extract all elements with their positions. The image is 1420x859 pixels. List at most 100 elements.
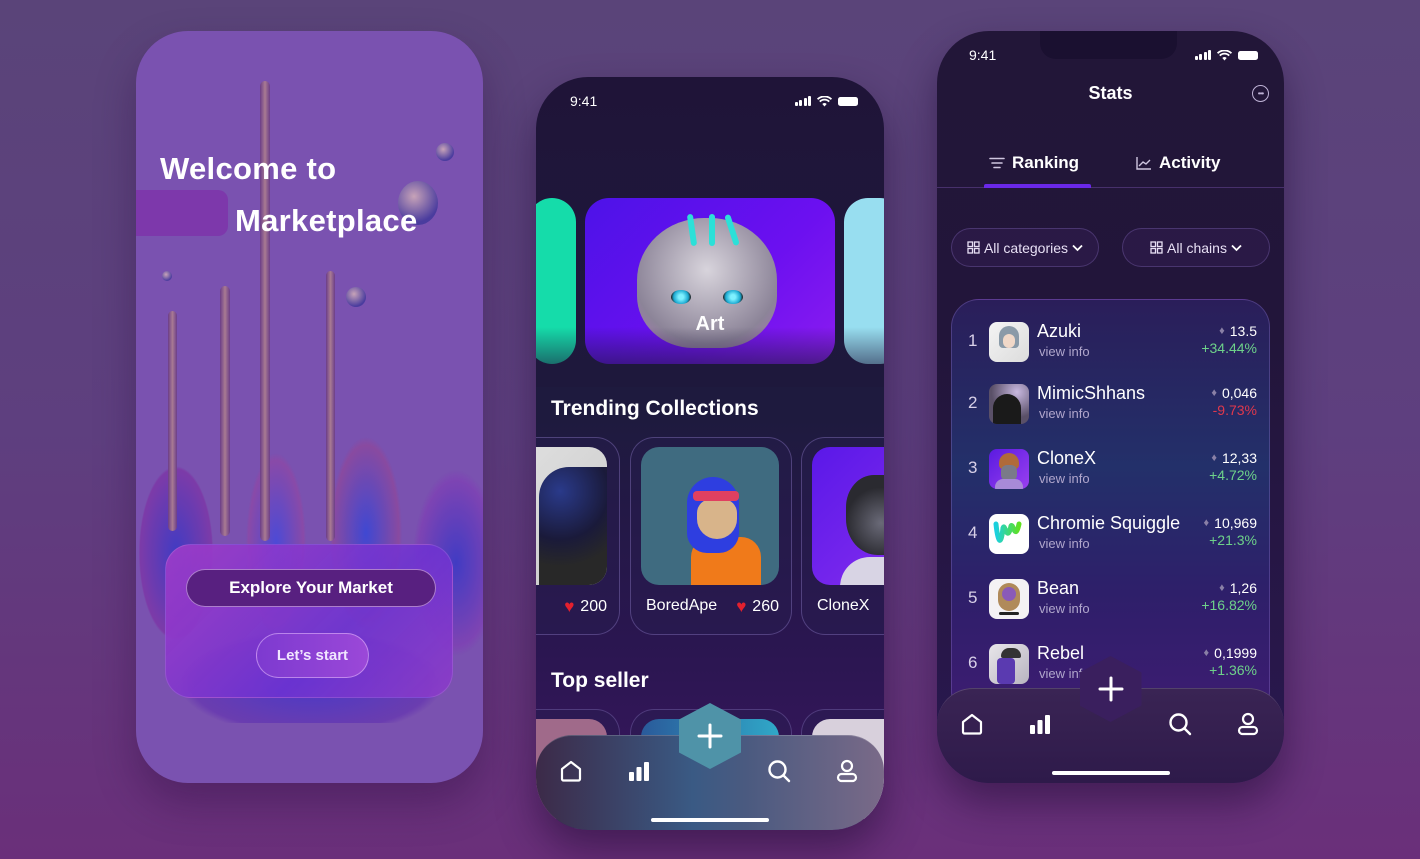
search-icon	[1169, 713, 1192, 736]
tab-activity[interactable]: Activity	[1136, 153, 1220, 173]
liquid-droplet	[346, 287, 366, 307]
collection-avatar	[989, 514, 1029, 554]
floor-price: ♦ 1,26	[1219, 580, 1257, 596]
likes-count: 260	[752, 598, 779, 615]
price-value: 12,33	[1221, 450, 1257, 466]
collection-image	[641, 447, 779, 585]
home-tab[interactable]	[959, 711, 985, 737]
tab-ranking-label: Ranking	[1012, 153, 1080, 172]
collection-name: CloneX	[817, 597, 870, 614]
rank-number: 4	[968, 523, 978, 542]
collection-avatar	[989, 579, 1029, 619]
home-tab[interactable]	[558, 758, 584, 784]
view-info-link[interactable]: view info	[1039, 536, 1090, 551]
view-info-link[interactable]: view info	[1039, 406, 1090, 421]
price-change: +21.3%	[1209, 532, 1257, 548]
liquid-drip	[168, 311, 177, 531]
grid-icon	[1150, 241, 1163, 254]
bottom-tab-bar	[937, 656, 1284, 783]
collection-card[interactable]: BoredApe ♥ 260	[630, 437, 792, 635]
tab-ranking[interactable]: Ranking	[989, 153, 1079, 173]
battery-icon	[838, 96, 858, 106]
welcome-heading: Welcome to Marketplace	[160, 143, 418, 247]
profile-icon	[836, 759, 858, 783]
liquid-drip	[220, 286, 230, 536]
floor-price: ♦ 13.5	[1219, 323, 1257, 339]
stats-tab[interactable]	[626, 758, 652, 784]
collection-name[interactable]: Bean	[1037, 578, 1079, 599]
grid-icon	[967, 241, 980, 254]
collection-image	[536, 447, 607, 585]
all-chains-dropdown[interactable]: All chains	[1122, 228, 1270, 267]
likes-count: 200	[580, 598, 607, 615]
more-options-button[interactable]: •••	[1252, 85, 1269, 102]
price-change: +4.72%	[1209, 467, 1257, 483]
floor-price: ♦ 10,969	[1204, 515, 1257, 531]
heart-icon[interactable]: ♥	[736, 597, 746, 617]
ranking-row[interactable]: 3 CloneX view info ♦ 12,33 +4.72%	[952, 447, 1269, 491]
stats-tabs: Ranking Activity	[937, 146, 1284, 188]
lets-start-button[interactable]: Let’s start	[256, 633, 369, 678]
price-change: +16.82%	[1201, 597, 1257, 613]
home-indicator	[651, 818, 769, 822]
liquid-drip	[326, 271, 335, 541]
filter-label: All categories	[983, 239, 1069, 256]
view-info-link[interactable]: view info	[1039, 344, 1090, 359]
view-info-link[interactable]: view info	[1039, 471, 1090, 486]
collection-name[interactable]: MimicShhans	[1037, 383, 1145, 404]
collection-name[interactable]: CloneX	[1037, 448, 1096, 469]
home-screen: 9:41 Art Trending Collections ♥ 200 Bore…	[536, 77, 884, 830]
ranking-row[interactable]: 1 Azuki view info ♦ 13.5 +34.44%	[952, 320, 1269, 364]
rank-number: 2	[968, 393, 978, 412]
price-value: 0,1999	[1214, 645, 1257, 661]
price-value: 13.5	[1229, 323, 1257, 339]
collection-card[interactable]: CloneX	[801, 437, 884, 635]
collection-name[interactable]: Azuki	[1037, 321, 1081, 342]
status-bar: 9:41	[570, 91, 858, 111]
status-time: 9:41	[570, 93, 598, 109]
profile-tab[interactable]	[834, 758, 860, 784]
wifi-icon	[1217, 49, 1232, 60]
collection-card[interactable]: ♥ 200	[536, 437, 620, 635]
ranking-row[interactable]: 4 Chromie Squiggle view info ♦ 10,969 +21…	[952, 512, 1269, 556]
collection-name[interactable]: Chromie Squiggle	[1037, 513, 1180, 534]
top-seller-title: Top seller	[551, 669, 649, 692]
floor-price: ♦ 0,1999	[1204, 645, 1257, 661]
explore-market-button[interactable]: Explore Your Market	[186, 569, 436, 607]
plus-icon	[1098, 676, 1123, 702]
welcome-line1: Welcome to	[160, 151, 337, 186]
collection-image	[812, 447, 884, 585]
search-tab[interactable]	[766, 758, 792, 784]
ranking-row[interactable]: 2 MimicShhans view info ♦ 0,046 -9.73%	[952, 382, 1269, 426]
battery-icon	[1238, 50, 1258, 60]
view-info-link[interactable]: view info	[1039, 601, 1090, 616]
collection-avatar	[989, 449, 1029, 489]
stats-icon	[1030, 715, 1050, 734]
floor-price: ♦ 0,046	[1211, 385, 1257, 401]
collection-name: BoredApe	[646, 597, 718, 614]
rank-number: 6	[968, 653, 978, 672]
eth-icon: ♦	[1211, 387, 1217, 399]
trending-collections-title: Trending Collections	[551, 397, 759, 420]
all-categories-dropdown[interactable]: All categories	[951, 228, 1099, 267]
stats-icon	[629, 762, 649, 781]
welcome-screen: Welcome to Marketplace Explore Your Mark…	[136, 31, 483, 783]
collection-name[interactable]: Rebel	[1037, 643, 1084, 664]
rank-number: 3	[968, 458, 978, 477]
price-value: 1,26	[1229, 580, 1257, 596]
collection-likes: ♥ 200	[564, 597, 607, 617]
filter-lines-icon	[989, 157, 1005, 169]
heart-icon[interactable]: ♥	[564, 597, 574, 617]
price-change: +1.36%	[1209, 662, 1257, 678]
price-value: 0,046	[1221, 385, 1257, 401]
eth-icon: ♦	[1219, 325, 1225, 337]
liquid-droplet	[436, 143, 454, 161]
ranking-row[interactable]: 5 Bean view info ♦ 1,26 +16.82%	[952, 577, 1269, 621]
search-icon	[768, 760, 791, 783]
search-tab[interactable]	[1167, 711, 1193, 737]
liquid-droplet	[162, 271, 172, 281]
eth-icon: ♦	[1219, 582, 1225, 594]
profile-tab[interactable]	[1235, 711, 1261, 737]
stats-tab[interactable]	[1027, 711, 1053, 737]
home-icon	[961, 713, 983, 735]
